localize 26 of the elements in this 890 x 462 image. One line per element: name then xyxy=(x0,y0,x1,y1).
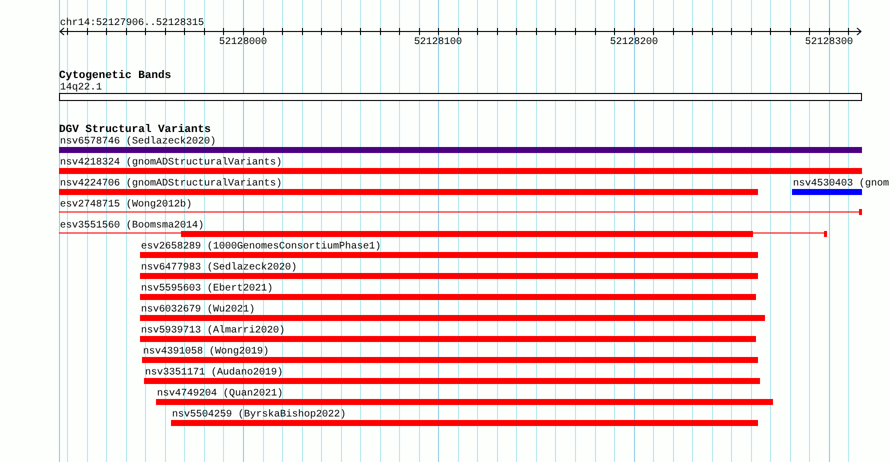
feature-label: nsv6032679 (Wu2021) xyxy=(141,304,256,316)
cytoband-bar[interactable] xyxy=(59,93,862,101)
feature-label: nsv3351171 (Audano2019) xyxy=(145,368,284,378)
track-title: Cytogenetic Bands xyxy=(59,70,172,82)
variant-line[interactable] xyxy=(59,209,862,215)
feature-label: nsv4218324 (gnomADStructuralVariants) xyxy=(60,158,282,168)
feature-label: esv2748715 (Wong2012b) xyxy=(60,200,192,210)
feature-label: nsv5504259 (ByrskaBishop2022) xyxy=(172,410,346,420)
band-label: 14q22.1 xyxy=(60,82,102,94)
feature-label: nsv6578746 (Sedlazeck2020) xyxy=(60,136,216,148)
tick-label: 52128300 xyxy=(805,37,853,48)
feature-label: esv2658289 (1000GenomesConsortiumPhase1) xyxy=(141,242,382,252)
feature-label: nsv5939713 (Almarri2020) xyxy=(141,326,286,336)
feature-label: nsv4530403 (gnom xyxy=(793,178,890,190)
tick-label: 52128000 xyxy=(219,37,267,48)
feature-label: nsv6477983 (Sedlazeck2020) xyxy=(141,262,298,274)
feature-label: nsv4749204 (Quan2021) xyxy=(157,388,284,400)
feature-label: nsv5595603 (Ebert2021) xyxy=(141,284,274,294)
feature-label: nsv4224706 (gnomADStructuralVariants) xyxy=(60,178,282,190)
tick-label: 52128100 xyxy=(414,37,462,48)
location-label: chr14:52127906..52128315 xyxy=(60,18,204,29)
variant-bar[interactable] xyxy=(59,231,827,237)
feature-label: esv3551560 (Boomsma2014) xyxy=(60,220,204,232)
track-title: DGV Structural Variants xyxy=(59,124,211,136)
tick-label: 52128200 xyxy=(610,37,658,48)
feature-label: nsv4391058 (Wong2019) xyxy=(143,346,270,358)
